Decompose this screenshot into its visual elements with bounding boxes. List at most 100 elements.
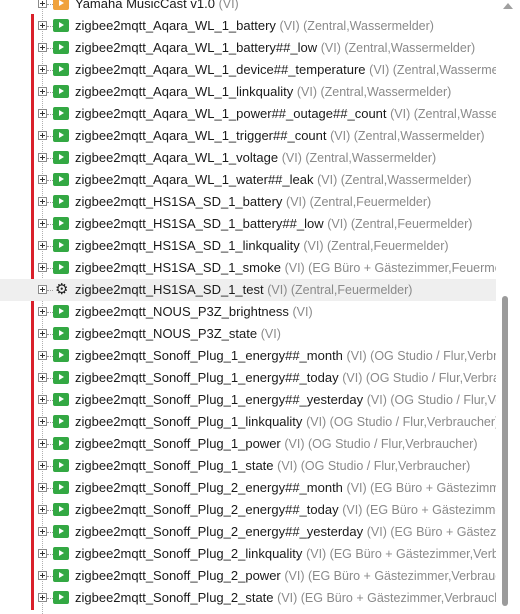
expand-plus-icon[interactable]	[38, 483, 47, 492]
expand-plus-icon[interactable]	[38, 549, 47, 558]
tree-item-label: zigbee2mqtt_Sonoff_Plug_2_energy##_month…	[75, 480, 496, 495]
tree-item-label: zigbee2mqtt_Sonoff_Plug_1_power (VI) (OG…	[75, 436, 478, 451]
green-script-icon	[53, 481, 69, 494]
tree-item-label: Yamaha MusicCast v1.0 (VI)	[75, 0, 239, 11]
expand-plus-icon[interactable]	[38, 65, 47, 74]
object-name: zigbee2mqtt_Aqara_WL_1_power##_outage##_…	[75, 106, 387, 121]
tree-item[interactable]: zigbee2mqtt_HS1SA_SD_1_battery (VI) (Zen…	[0, 191, 496, 213]
object-meta: (VI) (OG Studio / Flur,Verbraucher)	[366, 393, 496, 407]
object-meta: (VI) (OG Studio / Flur,Verbraucher)	[284, 437, 478, 451]
expand-plus-icon[interactable]	[38, 219, 47, 228]
expand-plus-icon[interactable]	[38, 505, 47, 514]
tree-item[interactable]: zigbee2mqtt_Aqara_WL_1_voltage (VI) (Zen…	[0, 147, 496, 169]
tree-item[interactable]: zigbee2mqtt_Aqara_WL_1_battery##_low (VI…	[0, 37, 496, 59]
orange-folder-icon	[53, 0, 69, 10]
tree-item-label: zigbee2mqtt_Aqara_WL_1_voltage (VI) (Zen…	[75, 150, 436, 165]
expand-plus-icon[interactable]	[38, 439, 47, 448]
object-name: zigbee2mqtt_NOUS_P3Z_brightness	[75, 304, 289, 319]
tree-item-label: zigbee2mqtt_Sonoff_Plug_1_energy##_yeste…	[75, 392, 496, 407]
expand-plus-icon[interactable]	[38, 395, 47, 404]
tree-item[interactable]: zigbee2mqtt_Aqara_WL_1_device##_temperat…	[0, 59, 496, 81]
object-name: zigbee2mqtt_NOUS_P3Z_state	[75, 326, 258, 341]
expand-plus-icon[interactable]	[38, 131, 47, 140]
object-name: zigbee2mqtt_Aqara_WL_1_device##_temperat…	[75, 62, 366, 77]
green-script-icon	[53, 261, 69, 274]
object-name: zigbee2mqtt_Sonoff_Plug_2_linkquality	[75, 546, 303, 561]
green-script-icon	[53, 459, 69, 472]
tree-item[interactable]: zigbee2mqtt_Sonoff_Plug_2_state (VI) (EG…	[0, 587, 496, 609]
expand-plus-icon[interactable]	[38, 0, 47, 8]
object-meta: (VI)	[260, 327, 281, 341]
tree-item[interactable]: zigbee2mqtt_NOUS_P3Z_state (VI)	[0, 323, 496, 345]
expand-plus-icon[interactable]	[38, 87, 47, 96]
object-meta: (VI) (EG Büro + Gästezimmer,Verbraucher)	[342, 503, 496, 517]
expand-plus-icon[interactable]	[38, 21, 47, 30]
scroll-up-arrow-icon[interactable]	[503, 3, 513, 9]
green-script-icon	[53, 591, 69, 604]
tree-item[interactable]: zigbee2mqtt_Sonoff_Plug_1_energy##_yeste…	[0, 389, 496, 411]
object-meta: (VI) (Zentral,Wassermelder)	[320, 41, 476, 55]
green-script-icon	[53, 63, 69, 76]
expand-plus-icon[interactable]	[38, 241, 47, 250]
green-script-icon	[53, 217, 69, 230]
tree-connector	[47, 290, 53, 291]
object-name: zigbee2mqtt_Aqara_WL_1_linkquality	[75, 84, 294, 99]
tree-item[interactable]: zigbee2mqtt_Sonoff_Plug_1_state (VI) (OG…	[0, 455, 496, 477]
expand-plus-icon[interactable]	[38, 109, 47, 118]
expand-plus-icon[interactable]	[38, 197, 47, 206]
green-script-icon	[53, 393, 69, 406]
tree-item-label: zigbee2mqtt_Sonoff_Plug_1_state (VI) (OG…	[75, 458, 470, 473]
expand-plus-icon[interactable]	[38, 285, 47, 294]
tree-item[interactable]: zigbee2mqtt_Aqara_WL_1_battery (VI) (Zen…	[0, 15, 496, 37]
object-meta: (VI)	[218, 0, 239, 11]
expand-plus-icon[interactable]	[38, 461, 47, 470]
tree-item[interactable]: ⚙ zigbee2mqtt_HS1SA_SD_1_test (VI) (Zentr…	[0, 279, 496, 301]
expand-plus-icon[interactable]	[38, 153, 47, 162]
expand-plus-icon[interactable]	[38, 263, 47, 272]
tree-item[interactable]: zigbee2mqtt_Aqara_WL_1_power##_outage##_…	[0, 103, 496, 125]
expand-plus-icon[interactable]	[38, 307, 47, 316]
object-tree: Yamaha MusicCast v1.0 (VI) zigbee2mqtt_Aq…	[0, 0, 500, 614]
expand-plus-icon[interactable]	[38, 417, 47, 426]
green-script-icon	[53, 107, 69, 120]
tree-item[interactable]: zigbee2mqtt_Sonoff_Plug_1_power (VI) (OG…	[0, 433, 496, 455]
green-script-icon	[53, 129, 69, 142]
expand-plus-icon[interactable]	[38, 593, 47, 602]
tree-item[interactable]: zigbee2mqtt_HS1SA_SD_1_smoke (VI) (EG Bü…	[0, 257, 496, 279]
scrollbar-thumb[interactable]	[502, 296, 508, 606]
tree-item[interactable]: zigbee2mqtt_Sonoff_Plug_2_energy##_month…	[0, 477, 496, 499]
tree-item[interactable]: zigbee2mqtt_Sonoff_Plug_2_energy##_yeste…	[0, 521, 496, 543]
tree-item[interactable]: Yamaha MusicCast v1.0 (VI)	[0, 0, 496, 15]
expand-plus-icon[interactable]	[38, 373, 47, 382]
expand-plus-icon[interactable]	[38, 329, 47, 338]
tree-item[interactable]: zigbee2mqtt_Aqara_WL_1_trigger##_count (…	[0, 125, 496, 147]
object-meta: (VI) (EG Büro + Gästezimmer,Feuermelder)	[284, 261, 496, 275]
tree-item-label: zigbee2mqtt_HS1SA_SD_1_battery (VI) (Zen…	[75, 194, 431, 209]
expand-plus-icon[interactable]	[38, 175, 47, 184]
object-name: zigbee2mqtt_Sonoff_Plug_2_state	[75, 590, 274, 605]
tree-item[interactable]: zigbee2mqtt_Sonoff_Plug_2_power (VI) (EG…	[0, 565, 496, 587]
green-script-icon	[53, 327, 69, 340]
green-script-icon	[53, 239, 69, 252]
tree-item-label: zigbee2mqtt_Sonoff_Plug_1_energy##_month…	[75, 348, 496, 363]
object-meta: (VI) (EG Büro + Gästezimmer,Verbraucher)	[306, 547, 496, 561]
tree-item-label: zigbee2mqtt_HS1SA_SD_1_linkquality (VI) …	[75, 238, 449, 253]
tree-item[interactable]: zigbee2mqtt_Aqara_WL_1_water##_leak (VI)…	[0, 169, 496, 191]
tree-item[interactable]: zigbee2mqtt_Sonoff_Plug_2_energy##_today…	[0, 499, 496, 521]
expand-plus-icon[interactable]	[38, 351, 47, 360]
tree-item[interactable]: zigbee2mqtt_Sonoff_Plug_1_linkquality (V…	[0, 411, 496, 433]
tree-item[interactable]: zigbee2mqtt_Sonoff_Plug_2_linkquality (V…	[0, 543, 496, 565]
expand-plus-icon[interactable]	[38, 571, 47, 580]
green-script-icon	[53, 569, 69, 582]
tree-item[interactable]: zigbee2mqtt_HS1SA_SD_1_linkquality (VI) …	[0, 235, 496, 257]
object-name: zigbee2mqtt_HS1SA_SD_1_smoke	[75, 260, 281, 275]
tree-item[interactable]: zigbee2mqtt_Aqara_WL_1_linkquality (VI) …	[0, 81, 496, 103]
expand-plus-icon[interactable]	[38, 43, 47, 52]
tree-item[interactable]: zigbee2mqtt_NOUS_P3Z_brightness (VI)	[0, 301, 496, 323]
tree-item[interactable]: zigbee2mqtt_HS1SA_SD_1_battery##_low (VI…	[0, 213, 496, 235]
object-name: zigbee2mqtt_HS1SA_SD_1_linkquality	[75, 238, 300, 253]
tree-item[interactable]: zigbee2mqtt_Sonoff_Plug_1_energy##_today…	[0, 367, 496, 389]
tree-item[interactable]: zigbee2mqtt_Sonoff_Plug_1_energy##_month…	[0, 345, 496, 367]
green-script-icon	[53, 371, 69, 384]
expand-plus-icon[interactable]	[38, 527, 47, 536]
